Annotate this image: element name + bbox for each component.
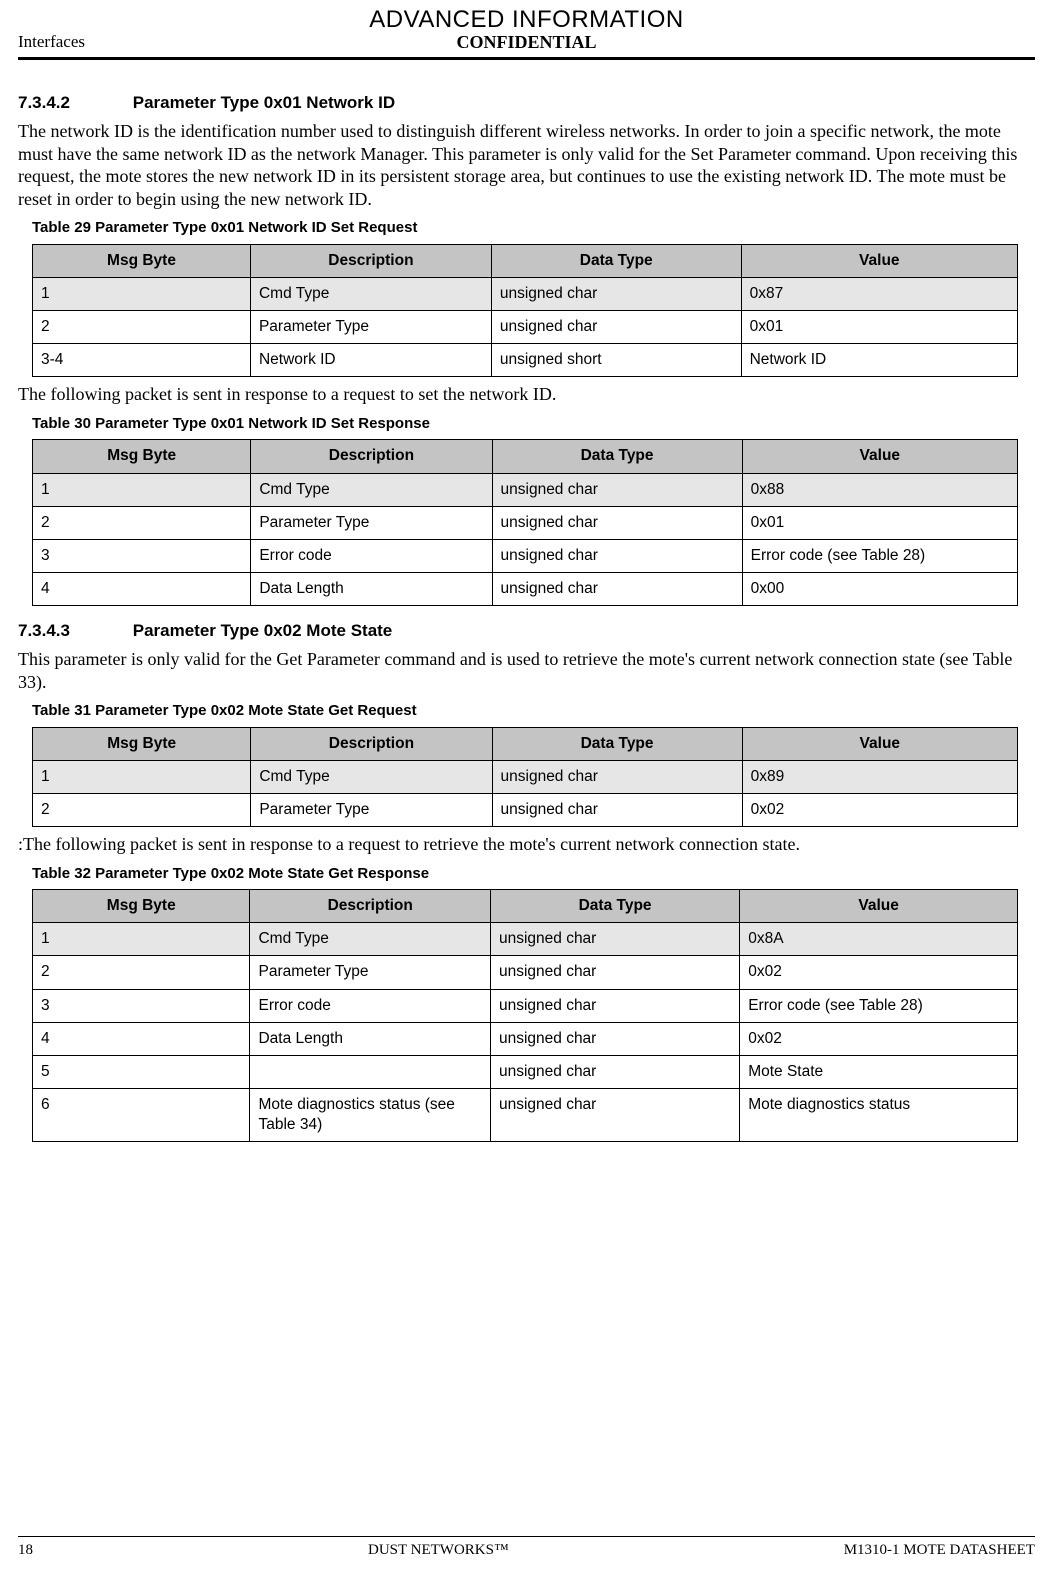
section1-mid-paragraph: The following packet is sent in response… <box>18 383 1035 406</box>
table-header: Value <box>740 890 1018 923</box>
table-header: Value <box>742 440 1017 473</box>
section2-mid-paragraph: :The following packet is sent in respons… <box>18 833 1035 856</box>
table-row: 1 Cmd Type unsigned char 0x88 <box>33 473 1018 506</box>
table29: Msg Byte Description Data Type Value 1 C… <box>32 244 1018 378</box>
section-heading-2: 7.3.4.3 Parameter Type 0x02 Mote State <box>18 620 1035 642</box>
table-row: 2 Parameter Type unsigned char 0x02 <box>33 956 1018 989</box>
section1-paragraph: The network ID is the identification num… <box>18 120 1035 210</box>
section-title: Parameter Type 0x01 Network ID <box>133 93 395 112</box>
table-row: 1 Cmd Type unsigned char 0x8A <box>33 923 1018 956</box>
table-header: Msg Byte <box>33 244 251 277</box>
header-center: CONFIDENTIAL <box>18 31 1035 54</box>
section-number: 7.3.4.2 <box>18 92 128 114</box>
table30: Msg Byte Description Data Type Value 1 C… <box>32 439 1018 606</box>
table-header: Data Type <box>492 727 742 760</box>
table-header: Description <box>251 440 492 473</box>
header-rule <box>18 57 1035 60</box>
table-header: Msg Byte <box>33 890 250 923</box>
table-header: Data Type <box>492 440 742 473</box>
footer-page-number: 18 <box>18 1541 33 1561</box>
table-header: Msg Byte <box>33 727 251 760</box>
table30-caption: Table 30 Parameter Type 0x01 Network ID … <box>32 414 1035 434</box>
section-number: 7.3.4.3 <box>18 620 128 642</box>
table-row: 2 Parameter Type unsigned char 0x01 <box>33 311 1018 344</box>
table-row: 1 Cmd Type unsigned char 0x87 <box>33 278 1018 311</box>
table-header: Msg Byte <box>33 440 251 473</box>
table-row: 3 Error code unsigned char Error code (s… <box>33 539 1018 572</box>
table32: Msg Byte Description Data Type Value 1 C… <box>32 889 1018 1142</box>
section-title: Parameter Type 0x02 Mote State <box>133 621 393 640</box>
table-row: 1 Cmd Type unsigned char 0x89 <box>33 760 1018 793</box>
table-header: Data Type <box>490 890 739 923</box>
footer-right: M1310-1 MOTE DATASHEET <box>844 1541 1035 1561</box>
section-heading-1: 7.3.4.2 Parameter Type 0x01 Network ID <box>18 92 1035 114</box>
table31-caption: Table 31 Parameter Type 0x02 Mote State … <box>32 701 1035 721</box>
table-row: 4 Data Length unsigned char 0x02 <box>33 1022 1018 1055</box>
table32-caption: Table 32 Parameter Type 0x02 Mote State … <box>32 864 1035 884</box>
table-header: Value <box>741 244 1017 277</box>
table-row: 5 unsigned char Mote State <box>33 1055 1018 1088</box>
section2-paragraph: This parameter is only valid for the Get… <box>18 648 1035 693</box>
table-row: 4 Data Length unsigned char 0x00 <box>33 573 1018 606</box>
table-header: Value <box>742 727 1017 760</box>
table-row: 3-4 Network ID unsigned short Network ID <box>33 344 1018 377</box>
table31: Msg Byte Description Data Type Value 1 C… <box>32 727 1018 827</box>
page-footer: 18 DUST NETWORKS™ M1310-1 MOTE DATASHEET <box>18 1530 1035 1570</box>
table-row: 2 Parameter Type unsigned char 0x02 <box>33 794 1018 827</box>
table-header: Data Type <box>491 244 741 277</box>
table-header: Description <box>251 727 492 760</box>
table-row: 6 Mote diagnostics status (see Table 34)… <box>33 1089 1018 1142</box>
table-row: 2 Parameter Type unsigned char 0x01 <box>33 506 1018 539</box>
table-header: Description <box>250 890 490 923</box>
footer-center: DUST NETWORKS™ <box>368 1541 509 1561</box>
table-row: 3 Error code unsigned char Error code (s… <box>33 989 1018 1022</box>
table29-caption: Table 29 Parameter Type 0x01 Network ID … <box>32 218 1035 238</box>
table-header: Description <box>250 244 491 277</box>
footer-rule <box>18 1536 1035 1537</box>
header-left: Interfaces <box>18 31 85 53</box>
